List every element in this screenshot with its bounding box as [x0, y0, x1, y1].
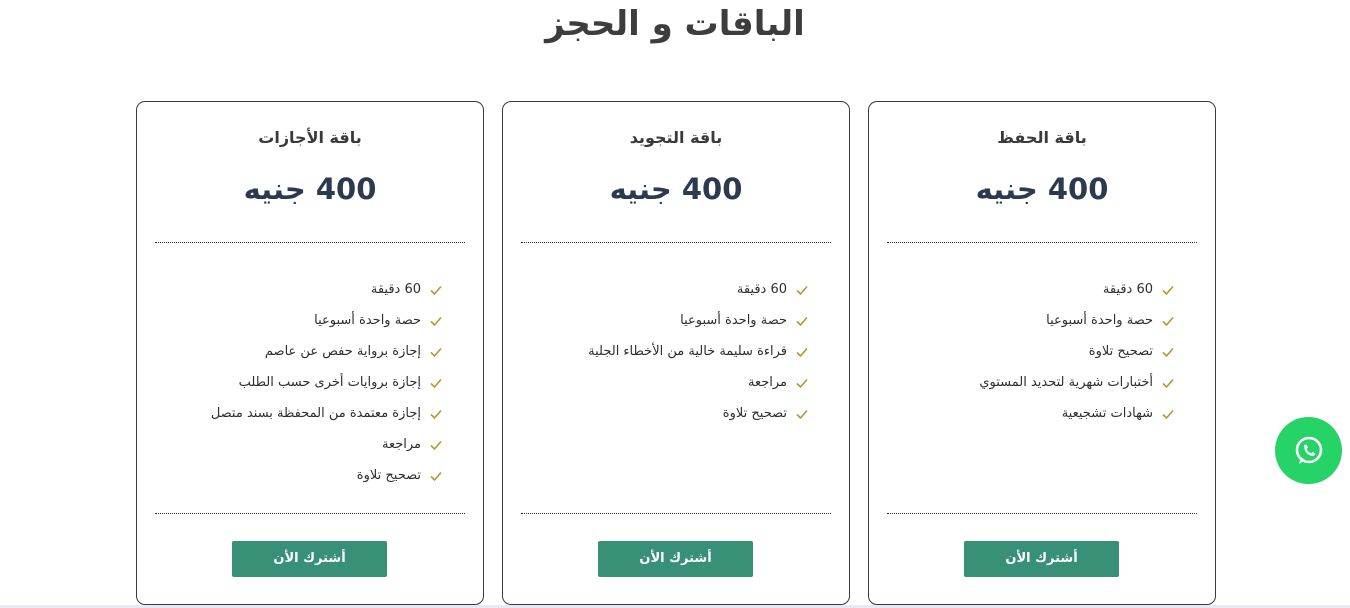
check-icon — [430, 316, 442, 326]
feature-item: إجازة بروايات أخرى حسب الطلب — [211, 367, 443, 398]
feature-item: حصة واحدة أسبوعيا — [979, 305, 1175, 336]
feature-item: تصحيح تلاوة — [979, 336, 1175, 367]
check-icon — [1162, 378, 1174, 388]
subscribe-button[interactable]: أشترك الأن — [232, 541, 387, 577]
check-icon — [796, 285, 808, 295]
check-icon — [430, 378, 442, 388]
package-price: 400 جنيه — [243, 172, 377, 206]
divider — [155, 513, 465, 514]
check-icon — [796, 316, 808, 326]
feature-item: إجازة برواية حفص عن عاصم — [211, 336, 443, 367]
package-name: باقة الأجازات — [258, 128, 362, 147]
check-icon — [796, 347, 808, 357]
feature-item: حصة واحدة أسبوعيا — [588, 305, 809, 336]
package-card-tajweed: باقة التجويد 400 جنيه 60 دقيقة حصة واحدة… — [502, 101, 850, 605]
feature-item: 60 دقيقة — [211, 274, 443, 305]
divider — [887, 513, 1197, 514]
divider — [155, 242, 465, 243]
feature-item: 60 دقيقة — [979, 274, 1175, 305]
check-icon — [430, 285, 442, 295]
divider — [521, 242, 831, 243]
divider — [887, 242, 1197, 243]
feature-item: قراءة سليمة خالية من الأخطاء الجلية — [588, 336, 809, 367]
subscribe-button[interactable]: أشترك الأن — [964, 541, 1119, 577]
packages-list: باقة الحفظ 400 جنيه 60 دقيقة حصة واحدة أ… — [136, 101, 1216, 605]
package-card-hifz: باقة الحفظ 400 جنيه 60 دقيقة حصة واحدة أ… — [868, 101, 1216, 605]
package-card-ijazat: باقة الأجازات 400 جنيه 60 دقيقة حصة واحد… — [136, 101, 484, 605]
divider — [521, 513, 831, 514]
package-price: 400 جنيه — [975, 172, 1109, 206]
feature-item: أختبارات شهرية لتحديد المستوي — [979, 367, 1175, 398]
check-icon — [1162, 316, 1174, 326]
check-icon — [1162, 285, 1174, 295]
check-icon — [1162, 347, 1174, 357]
subscribe-button[interactable]: أشترك الأن — [598, 541, 753, 577]
features-list: 60 دقيقة حصة واحدة أسبوعيا قراءة سليمة خ… — [588, 274, 809, 429]
check-icon — [430, 471, 442, 481]
page-title: الباقات و الحجز — [545, 4, 805, 44]
check-icon — [796, 409, 808, 419]
check-icon — [1162, 409, 1174, 419]
package-price: 400 جنيه — [609, 172, 743, 206]
features-list: 60 دقيقة حصة واحدة أسبوعيا إجازة برواية … — [211, 274, 443, 491]
package-name: باقة الحفظ — [997, 128, 1087, 147]
feature-item: تصحيح تلاوة — [211, 460, 443, 491]
check-icon — [430, 440, 442, 450]
check-icon — [796, 378, 808, 388]
package-name: باقة التجويد — [629, 128, 723, 147]
feature-item: شهادات تشجيعية — [979, 398, 1175, 429]
whatsapp-button[interactable] — [1275, 417, 1342, 484]
check-icon — [430, 409, 442, 419]
feature-item: 60 دقيقة — [588, 274, 809, 305]
whatsapp-icon — [1295, 436, 1322, 464]
feature-item: إجازة معتمدة من المحفظة بسند متصل — [211, 398, 443, 429]
feature-item: حصة واحدة أسبوعيا — [211, 305, 443, 336]
check-icon — [430, 347, 442, 357]
feature-item: مراجعة — [211, 429, 443, 460]
feature-item: مراجعة — [588, 367, 809, 398]
feature-item: تصحيح تلاوة — [588, 398, 809, 429]
features-list: 60 دقيقة حصة واحدة أسبوعيا تصحيح تلاوة أ… — [979, 274, 1175, 429]
